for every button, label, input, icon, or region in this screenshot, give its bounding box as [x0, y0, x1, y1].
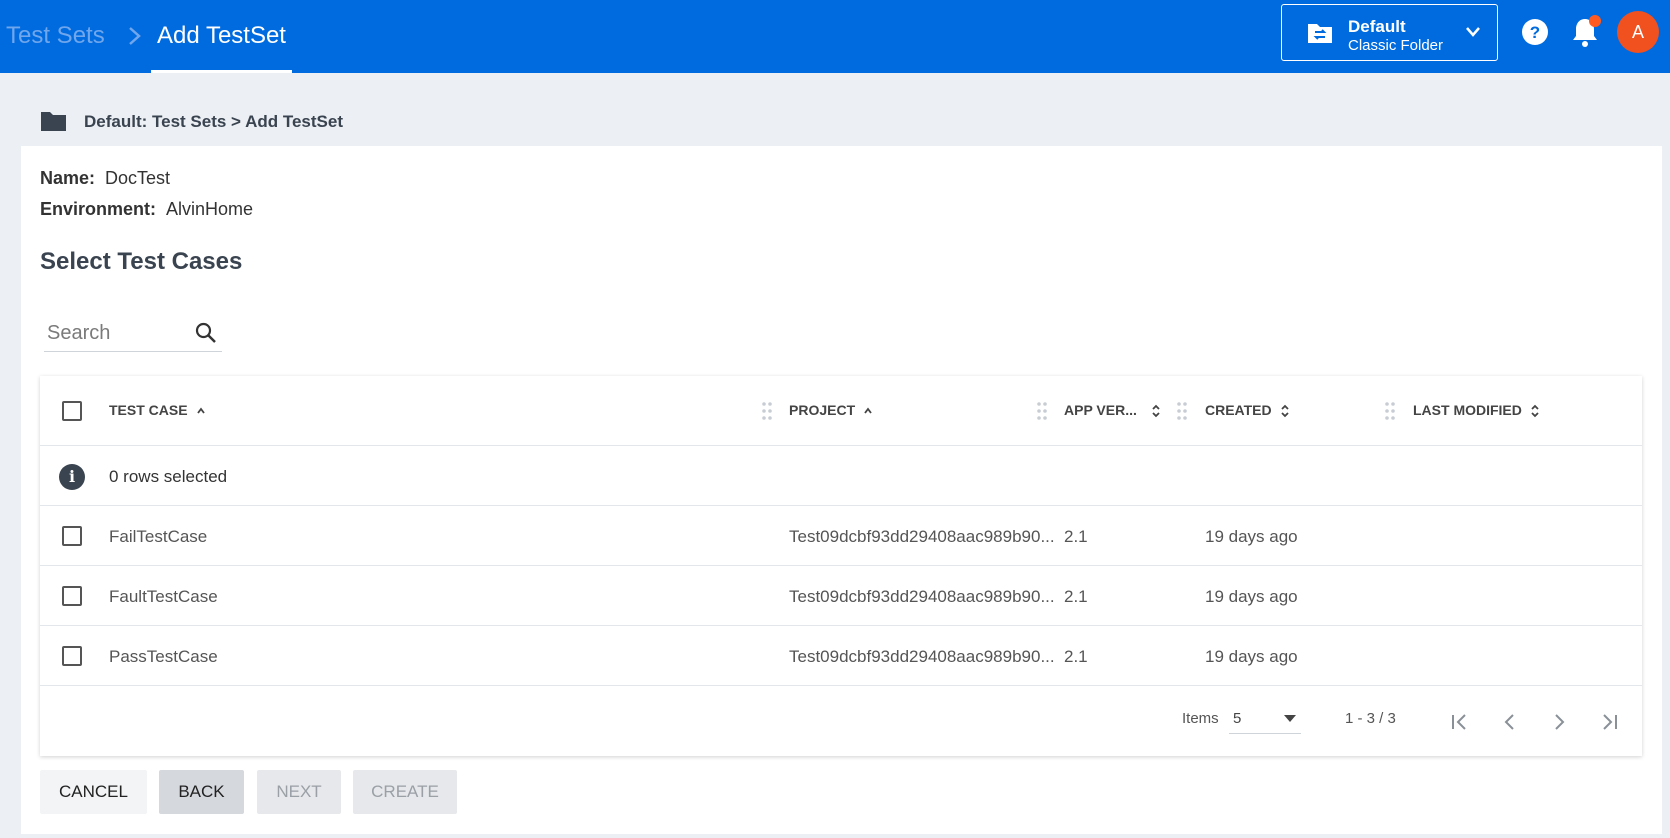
page-breadcrumb: Default: Test Sets > Add TestSet: [84, 112, 343, 131]
column-header-created[interactable]: CREATED: [1205, 402, 1290, 418]
items-per-page-select[interactable]: 5: [1229, 702, 1301, 734]
search-input[interactable]: [47, 316, 187, 350]
environment-row: Environment: AlvinHome: [40, 199, 253, 220]
avatar[interactable]: A: [1617, 11, 1659, 53]
column-header-label: APP VER...: [1064, 402, 1137, 418]
folder-icon: [41, 112, 66, 131]
folder-switcher[interactable]: Default Classic Folder: [1281, 4, 1498, 61]
column-resize-handle[interactable]: [1384, 400, 1396, 422]
cell-test-case: FaultTestCase: [109, 587, 218, 606]
cell-test-case: FailTestCase: [109, 527, 208, 546]
rows-selected-text: 0 rows selected: [109, 467, 228, 486]
column-header-last-modified[interactable]: LAST MODIFIED: [1413, 402, 1540, 418]
table-row[interactable]: PassTestCase Test09dcbf93dd29408aac989b9…: [40, 626, 1642, 686]
chevron-right-icon: [129, 27, 141, 45]
cell-app-version: 2.1: [1064, 587, 1088, 606]
column-header-label: CREATED: [1205, 402, 1272, 418]
row-checkbox[interactable]: [62, 646, 82, 666]
select-all-checkbox[interactable]: [62, 401, 82, 421]
next-page-icon[interactable]: [1547, 710, 1571, 734]
name-value: DocTest: [105, 168, 171, 188]
svg-text:?: ?: [1530, 23, 1540, 42]
page-range-text: 1 - 3 / 3: [1345, 710, 1396, 727]
column-header-app-version[interactable]: APP VER...: [1064, 402, 1161, 418]
last-page-icon[interactable]: [1597, 710, 1621, 734]
folder-switcher-title: Default: [1348, 17, 1406, 36]
column-header-label: LAST MODIFIED: [1413, 402, 1522, 418]
search-icon[interactable]: [194, 321, 218, 345]
cell-app-version: 2.1: [1064, 527, 1088, 546]
top-bar: Test Sets Add TestSet Default Classic Fo…: [0, 0, 1670, 73]
column-resize-handle[interactable]: [1036, 400, 1048, 422]
items-per-page-value: 5: [1233, 710, 1242, 727]
cell-test-case: PassTestCase: [109, 647, 218, 666]
environment-value: AlvinHome: [166, 199, 254, 219]
table-row[interactable]: FailTestCase Test09dcbf93dd29408aac989b9…: [40, 506, 1642, 566]
folder-switcher-subtitle: Classic Folder: [1348, 37, 1444, 54]
info-icon: i: [59, 464, 85, 490]
help-icon[interactable]: ?: [1520, 17, 1550, 47]
items-per-page-label: Items: [1182, 710, 1219, 727]
chevron-down-icon: [1466, 27, 1480, 37]
previous-page-icon[interactable]: [1498, 710, 1522, 734]
first-page-icon[interactable]: [1448, 710, 1472, 734]
cell-app-version: 2.1: [1064, 647, 1088, 666]
column-header-label: TEST CASE: [109, 402, 188, 418]
section-title: Select Test Cases: [40, 248, 243, 275]
dropdown-arrow-icon: [1284, 715, 1296, 722]
pagination-bar: Items 5 1 - 3 / 3: [40, 686, 1642, 756]
column-header-test-case[interactable]: TEST CASE: [109, 402, 206, 418]
sort-ascending-icon: [196, 407, 205, 414]
row-checkbox[interactable]: [62, 526, 82, 546]
selection-info-row: i 0 rows selected: [40, 446, 1642, 506]
sort-unsorted-icon: [1152, 405, 1160, 418]
column-resize-handle[interactable]: [1176, 400, 1188, 422]
row-checkbox[interactable]: [62, 586, 82, 606]
back-button[interactable]: BACK: [159, 770, 244, 814]
cell-project: Test09dcbf93dd29408aac989b90...: [789, 647, 1055, 666]
column-header-project[interactable]: PROJECT: [789, 402, 873, 418]
next-button[interactable]: NEXT: [257, 770, 341, 814]
cancel-button[interactable]: CANCEL: [40, 770, 147, 814]
sort-unsorted-icon: [1531, 405, 1539, 418]
table-header: TEST CASE PROJECT APP VER... CREATED LAS…: [40, 376, 1642, 446]
sort-unsorted-icon: [1281, 405, 1289, 418]
cell-created: 19 days ago: [1205, 647, 1298, 666]
search-box: [44, 316, 222, 352]
cell-project: Test09dcbf93dd29408aac989b90...: [789, 527, 1055, 546]
name-label: Name:: [40, 168, 96, 188]
breadcrumb-current-tab[interactable]: Add TestSet: [151, 6, 292, 73]
column-resize-handle[interactable]: [761, 400, 773, 422]
table-row[interactable]: FaultTestCase Test09dcbf93dd29408aac989b…: [40, 566, 1642, 626]
cell-created: 19 days ago: [1205, 587, 1298, 606]
sort-ascending-icon: [864, 407, 872, 414]
cell-created: 19 days ago: [1205, 527, 1298, 546]
breadcrumb-test-sets-link[interactable]: Test Sets: [6, 22, 105, 50]
folder-swap-icon: [1308, 24, 1332, 43]
column-header-label: PROJECT: [789, 402, 856, 418]
test-case-table: TEST CASE PROJECT APP VER... CREATED LAS…: [40, 376, 1642, 756]
name-row: Name: DocTest: [40, 168, 170, 189]
environment-label: Environment:: [40, 199, 157, 219]
notification-badge: [1589, 15, 1601, 27]
create-button[interactable]: CREATE: [353, 770, 457, 814]
cell-project: Test09dcbf93dd29408aac989b90...: [789, 587, 1055, 606]
